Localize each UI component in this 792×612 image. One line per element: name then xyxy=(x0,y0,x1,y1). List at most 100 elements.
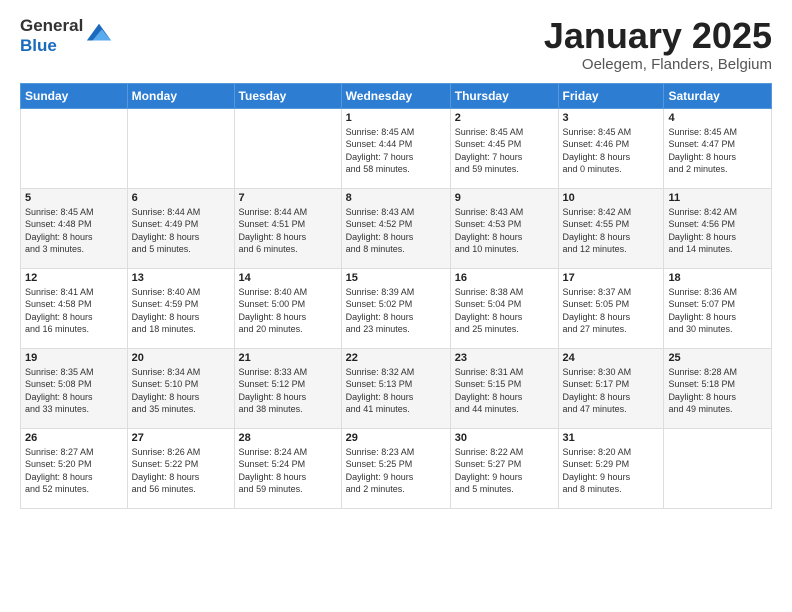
day-info: Sunrise: 8:45 AM Sunset: 4:48 PM Dayligh… xyxy=(25,206,123,256)
calendar-cell: 24Sunrise: 8:30 AM Sunset: 5:17 PM Dayli… xyxy=(558,348,664,428)
day-info: Sunrise: 8:40 AM Sunset: 4:59 PM Dayligh… xyxy=(132,286,230,336)
day-number: 1 xyxy=(346,112,446,124)
day-number: 25 xyxy=(668,352,767,364)
day-info: Sunrise: 8:39 AM Sunset: 5:02 PM Dayligh… xyxy=(346,286,446,336)
day-info: Sunrise: 8:33 AM Sunset: 5:12 PM Dayligh… xyxy=(239,366,337,416)
calendar-cell: 16 Sunrise: 8:38 AM Sunset: 5:04 PM Dayli… xyxy=(450,268,558,348)
calendar-cell: 22 Sunrise: 8:32 AM Sunset: 5:13 PM Dayli… xyxy=(341,348,450,428)
month-title: January 2025 xyxy=(544,16,772,56)
calendar-cell: 23 Sunrise: 8:31 AM Sunset: 5:15 PM Dayli… xyxy=(450,348,558,428)
weekday-header-thursday: Thursday xyxy=(450,83,558,108)
calendar-cell: 20Sunrise: 8:34 AM Sunset: 5:10 PM Dayli… xyxy=(127,348,234,428)
day-info: Sunrise: 8:38 AM Sunset: 5:04 PM Dayligh… xyxy=(455,286,554,336)
calendar-cell: 31 Sunrise: 8:20 AM Sunset: 5:29 PM Dayli… xyxy=(558,428,664,508)
day-number: 9 xyxy=(455,192,554,204)
calendar-cell: 11 Sunrise: 8:42 AM Sunset: 4:56 PM Dayli… xyxy=(664,188,772,268)
day-info: Sunrise: 8:42 AM Sunset: 4:55 PM Dayligh… xyxy=(563,206,660,256)
calendar-cell: 17 Sunrise: 8:37 AM Sunset: 5:05 PM Dayli… xyxy=(558,268,664,348)
calendar-cell: 26 Sunrise: 8:27 AM Sunset: 5:20 PM Dayli… xyxy=(21,428,128,508)
calendar-cell: 14 Sunrise: 8:40 AM Sunset: 5:00 PM Dayli… xyxy=(234,268,341,348)
day-info: Sunrise: 8:37 AM Sunset: 5:05 PM Dayligh… xyxy=(563,286,660,336)
calendar-cell xyxy=(234,108,341,188)
day-number: 2 xyxy=(455,112,554,124)
day-number: 24 xyxy=(563,352,660,364)
calendar-cell: 25 Sunrise: 8:28 AM Sunset: 5:18 PM Dayli… xyxy=(664,348,772,428)
calendar-cell: 12 Sunrise: 8:41 AM Sunset: 4:58 PM Dayli… xyxy=(21,268,128,348)
calendar-cell: 1 Sunrise: 8:45 AM Sunset: 4:44 PM Daylig… xyxy=(341,108,450,188)
weekday-header-sunday: Sunday xyxy=(21,83,128,108)
calendar-cell: 29 Sunrise: 8:23 AM Sunset: 5:25 PM Dayli… xyxy=(341,428,450,508)
day-info: Sunrise: 8:31 AM Sunset: 5:15 PM Dayligh… xyxy=(455,366,554,416)
day-number: 7 xyxy=(239,192,337,204)
day-number: 29 xyxy=(346,432,446,444)
day-number: 14 xyxy=(239,272,337,284)
calendar-cell: 19Sunrise: 8:35 AM Sunset: 5:08 PM Dayli… xyxy=(21,348,128,428)
day-info: Sunrise: 8:43 AM Sunset: 4:52 PM Dayligh… xyxy=(346,206,446,256)
day-number: 11 xyxy=(668,192,767,204)
week-row-4: 19Sunrise: 8:35 AM Sunset: 5:08 PM Dayli… xyxy=(21,348,772,428)
day-number: 26 xyxy=(25,432,123,444)
day-info: Sunrise: 8:27 AM Sunset: 5:20 PM Dayligh… xyxy=(25,446,123,496)
day-number: 4 xyxy=(668,112,767,124)
calendar-cell: 21 Sunrise: 8:33 AM Sunset: 5:12 PM Dayli… xyxy=(234,348,341,428)
week-row-2: 5 Sunrise: 8:45 AM Sunset: 4:48 PM Daylig… xyxy=(21,188,772,268)
calendar-cell: 13 Sunrise: 8:40 AM Sunset: 4:59 PM Dayli… xyxy=(127,268,234,348)
day-number: 18 xyxy=(668,272,767,284)
day-info: Sunrise: 8:22 AM Sunset: 5:27 PM Dayligh… xyxy=(455,446,554,496)
day-number: 6 xyxy=(132,192,230,204)
calendar-cell: 5 Sunrise: 8:45 AM Sunset: 4:48 PM Daylig… xyxy=(21,188,128,268)
calendar-cell: 6Sunrise: 8:44 AM Sunset: 4:49 PM Daylig… xyxy=(127,188,234,268)
week-row-3: 12 Sunrise: 8:41 AM Sunset: 4:58 PM Dayli… xyxy=(21,268,772,348)
day-info: Sunrise: 8:41 AM Sunset: 4:58 PM Dayligh… xyxy=(25,286,123,336)
day-info: Sunrise: 8:45 AM Sunset: 4:46 PM Dayligh… xyxy=(563,126,660,176)
day-number: 8 xyxy=(346,192,446,204)
day-number: 31 xyxy=(563,432,660,444)
page: General Blue January 2025 Oelegem, Fland… xyxy=(0,0,792,519)
calendar-cell: 3Sunrise: 8:45 AM Sunset: 4:46 PM Daylig… xyxy=(558,108,664,188)
calendar-cell: 18Sunrise: 8:36 AM Sunset: 5:07 PM Dayli… xyxy=(664,268,772,348)
weekday-header-wednesday: Wednesday xyxy=(341,83,450,108)
calendar-cell: 9Sunrise: 8:43 AM Sunset: 4:53 PM Daylig… xyxy=(450,188,558,268)
day-info: Sunrise: 8:40 AM Sunset: 5:00 PM Dayligh… xyxy=(239,286,337,336)
day-info: Sunrise: 8:28 AM Sunset: 5:18 PM Dayligh… xyxy=(668,366,767,416)
day-number: 23 xyxy=(455,352,554,364)
day-number: 17 xyxy=(563,272,660,284)
weekday-header-tuesday: Tuesday xyxy=(234,83,341,108)
calendar-cell xyxy=(21,108,128,188)
day-info: Sunrise: 8:45 AM Sunset: 4:44 PM Dayligh… xyxy=(346,126,446,176)
day-info: Sunrise: 8:45 AM Sunset: 4:47 PM Dayligh… xyxy=(668,126,767,176)
calendar-cell: 15Sunrise: 8:39 AM Sunset: 5:02 PM Dayli… xyxy=(341,268,450,348)
day-number: 27 xyxy=(132,432,230,444)
day-info: Sunrise: 8:42 AM Sunset: 4:56 PM Dayligh… xyxy=(668,206,767,256)
day-number: 16 xyxy=(455,272,554,284)
logo-blue: Blue xyxy=(20,36,83,56)
calendar-cell: 8 Sunrise: 8:43 AM Sunset: 4:52 PM Daylig… xyxy=(341,188,450,268)
day-info: Sunrise: 8:23 AM Sunset: 5:25 PM Dayligh… xyxy=(346,446,446,496)
day-info: Sunrise: 8:20 AM Sunset: 5:29 PM Dayligh… xyxy=(563,446,660,496)
logo-icon xyxy=(85,20,113,48)
calendar-cell: 4 Sunrise: 8:45 AM Sunset: 4:47 PM Daylig… xyxy=(664,108,772,188)
day-number: 28 xyxy=(239,432,337,444)
day-number: 12 xyxy=(25,272,123,284)
title-block: January 2025 Oelegem, Flanders, Belgium xyxy=(544,16,772,73)
weekday-header-saturday: Saturday xyxy=(664,83,772,108)
location: Oelegem, Flanders, Belgium xyxy=(544,56,772,73)
weekday-header-friday: Friday xyxy=(558,83,664,108)
calendar-cell xyxy=(664,428,772,508)
day-info: Sunrise: 8:35 AM Sunset: 5:08 PM Dayligh… xyxy=(25,366,123,416)
day-info: Sunrise: 8:32 AM Sunset: 5:13 PM Dayligh… xyxy=(346,366,446,416)
day-number: 5 xyxy=(25,192,123,204)
day-info: Sunrise: 8:24 AM Sunset: 5:24 PM Dayligh… xyxy=(239,446,337,496)
calendar-cell xyxy=(127,108,234,188)
calendar-cell: 30 Sunrise: 8:22 AM Sunset: 5:27 PM Dayli… xyxy=(450,428,558,508)
calendar-cell: 28 Sunrise: 8:24 AM Sunset: 5:24 PM Dayli… xyxy=(234,428,341,508)
weekday-header-monday: Monday xyxy=(127,83,234,108)
day-number: 13 xyxy=(132,272,230,284)
logo: General Blue xyxy=(20,16,113,55)
day-number: 30 xyxy=(455,432,554,444)
header: General Blue January 2025 Oelegem, Fland… xyxy=(20,16,772,73)
calendar: SundayMondayTuesdayWednesdayThursdayFrid… xyxy=(20,83,772,509)
day-number: 22 xyxy=(346,352,446,364)
day-number: 21 xyxy=(239,352,337,364)
weekday-header-row: SundayMondayTuesdayWednesdayThursdayFrid… xyxy=(21,83,772,108)
